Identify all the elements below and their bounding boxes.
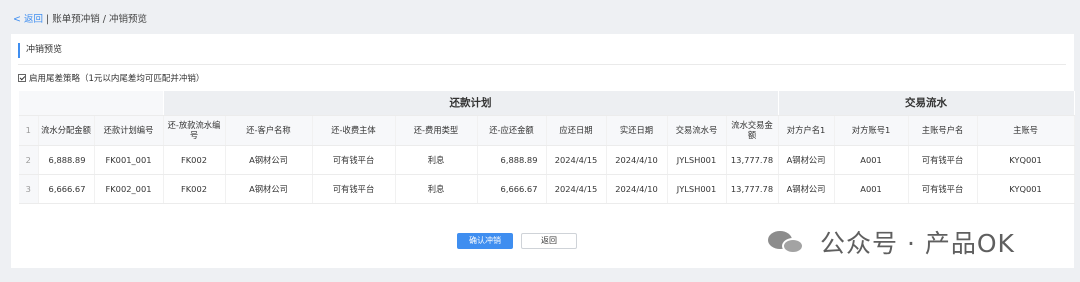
group-header-blank: [19, 91, 164, 116]
column-header: 对方账号1: [834, 115, 909, 146]
table-cell: 13,777.78: [726, 174, 779, 204]
table-cell: 可有钱平台: [312, 174, 396, 204]
table-cell: 6,666.67: [477, 174, 547, 204]
column-header: 对方户名1: [778, 115, 835, 146]
column-header: 还-费用类型: [395, 115, 478, 146]
table-cell: 6,888.89: [477, 145, 547, 175]
row-number: 2: [19, 145, 39, 175]
header-row-number: 1: [19, 115, 39, 146]
breadcrumb-path: 账单预冲销 / 冲销预览: [52, 14, 147, 25]
table-cell: FK002: [163, 145, 226, 175]
wechat-icon: [768, 229, 812, 255]
strategy-option: 启用尾差策略（1元以内尾差均可匹配并冲销）: [18, 72, 204, 84]
column-header: 流水分配金额: [38, 115, 95, 146]
column-header: 主账号: [977, 115, 1075, 146]
table-cell: JYLSH001: [667, 145, 727, 175]
table-cell: 6,666.67: [38, 174, 95, 204]
column-header: 还-放款流水编号: [163, 115, 226, 146]
table-row[interactable]: 2 6,888.89 FK001_001 FK002 A钢材公司 可有钱平台 利…: [19, 145, 1075, 175]
table-cell: 可有钱平台: [908, 174, 978, 204]
table-cell: FK002_001: [94, 174, 164, 204]
table-cell: KYQ001: [977, 174, 1075, 204]
confirm-writeoff-button[interactable]: 确认冲销: [457, 233, 513, 249]
table-cell: 2024/4/10: [606, 174, 668, 204]
table-cell: JYLSH001: [667, 174, 727, 204]
table-cell: 可有钱平台: [312, 145, 396, 175]
table-cell: 2024/4/15: [546, 174, 607, 204]
strategy-checkbox[interactable]: [18, 74, 26, 82]
column-header: 还-客户名称: [225, 115, 313, 146]
table-cell: 6,888.89: [38, 145, 95, 175]
writeoff-table: 还款计划 交易流水 1 流水分配金额 还款计划编号 还-放款流水编号 还-客户名…: [19, 91, 1075, 204]
table-row[interactable]: 3 6,666.67 FK002_001 FK002 A钢材公司 可有钱平台 利…: [19, 174, 1075, 204]
column-header: 还-应还金额: [477, 115, 547, 146]
watermark-text: 公众号 · 产品OK: [820, 229, 1015, 258]
column-header: 实还日期: [606, 115, 668, 146]
back-button[interactable]: 返回: [521, 233, 577, 249]
title-divider: [18, 64, 1066, 65]
table-cell: KYQ001: [977, 145, 1075, 175]
group-transaction-flow: 交易流水: [778, 91, 1075, 116]
table-cell: 可有钱平台: [908, 145, 978, 175]
table-cell: 2024/4/10: [606, 145, 668, 175]
table-cell: FK002: [163, 174, 226, 204]
table-cell: 2024/4/15: [546, 145, 607, 175]
table-cell: A001: [834, 145, 909, 175]
table-cell: A钢材公司: [225, 145, 313, 175]
breadcrumb: < 返回 | 账单预冲销 / 冲销预览: [13, 11, 147, 25]
column-header: 还款计划编号: [94, 115, 164, 146]
column-header: 交易流水号: [667, 115, 727, 146]
table-cell: 利息: [395, 174, 478, 204]
table-cell: 利息: [395, 145, 478, 175]
table-cell: A钢材公司: [778, 174, 835, 204]
table-cell: FK001_001: [94, 145, 164, 175]
panel-title: 冲销预览: [18, 43, 62, 58]
table-cell: A钢材公司: [778, 145, 835, 175]
group-header-row: 还款计划 交易流水: [19, 91, 1075, 116]
back-link[interactable]: < 返回: [13, 14, 43, 25]
row-number: 3: [19, 174, 39, 204]
column-header: 流水交易金额: [726, 115, 779, 146]
table-cell: A钢材公司: [225, 174, 313, 204]
column-header-row: 1 流水分配金额 还款计划编号 还-放款流水编号 还-客户名称 还-收费主体 还…: [19, 115, 1075, 146]
table-cell: 13,777.78: [726, 145, 779, 175]
watermark: 公众号 · 产品OK: [768, 224, 1015, 260]
breadcrumb-separator: |: [46, 14, 50, 25]
action-bar: 确认冲销 返回: [457, 233, 577, 249]
strategy-label: 启用尾差策略（1元以内尾差均可匹配并冲销）: [29, 74, 205, 84]
table-cell: A001: [834, 174, 909, 204]
column-header: 还-收费主体: [312, 115, 396, 146]
column-header: 主账号户名: [908, 115, 978, 146]
column-header: 应还日期: [546, 115, 607, 146]
group-repay-plan: 还款计划: [163, 91, 779, 116]
